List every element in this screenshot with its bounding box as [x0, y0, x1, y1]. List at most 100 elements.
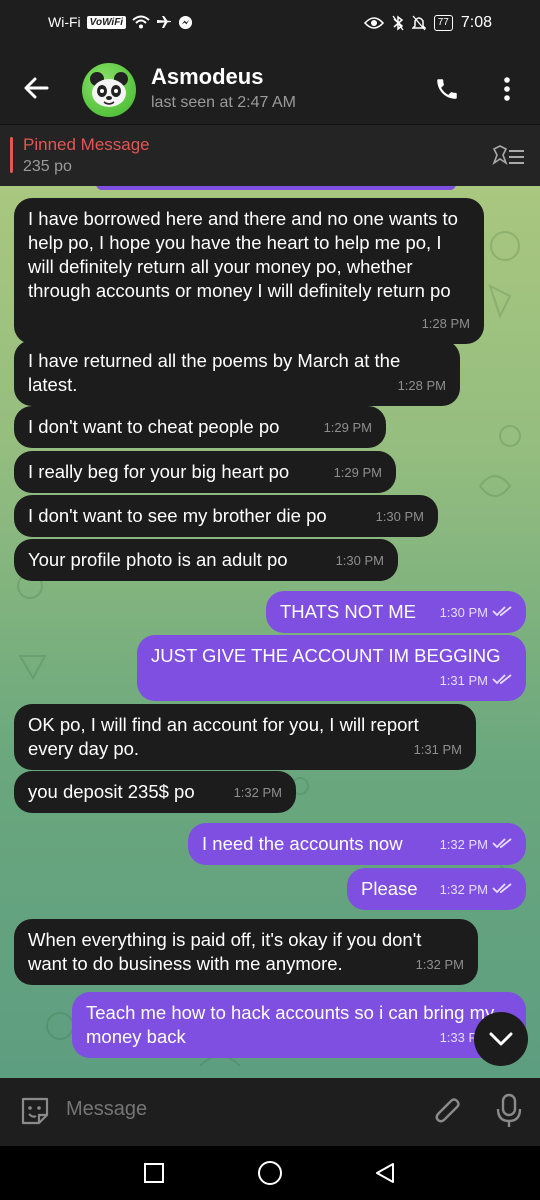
- incoming-message[interactable]: I have returned all the poems by March a…: [14, 340, 460, 406]
- recents-button[interactable]: [139, 1158, 169, 1188]
- pinned-message-bar[interactable]: Pinned Message 235 po: [0, 124, 540, 187]
- message-time: 1:29 PM: [334, 461, 382, 485]
- scroll-to-bottom-button[interactable]: [474, 1012, 528, 1066]
- message-time: 1:30 PM: [440, 601, 512, 625]
- outgoing-message[interactable]: THATS NOT ME 1:30 PM: [266, 591, 526, 633]
- read-double-check-icon: [492, 883, 512, 894]
- pinned-accent-bar: [10, 137, 13, 173]
- call-button[interactable]: [430, 72, 464, 106]
- pinned-text: 235 po: [23, 158, 72, 175]
- message-time: 1:31 PM: [414, 738, 462, 762]
- chat-header: Asmodeus last seen at 2:47 AM: [0, 52, 540, 124]
- pinned-title: Pinned Message: [23, 135, 150, 154]
- chevron-down-icon: [489, 1032, 513, 1046]
- contact-name[interactable]: Asmodeus: [151, 64, 263, 90]
- message-time: 1:30 PM: [376, 505, 424, 529]
- incoming-message[interactable]: When everything is paid off, it's okay i…: [14, 919, 478, 985]
- timestamp: 1:32 PM: [233, 785, 282, 800]
- status-left: Wi-Fi VoWiFi: [48, 14, 193, 30]
- incoming-message[interactable]: I don't want to see my brother die po 1:3…: [14, 495, 438, 537]
- eye-icon: [363, 17, 384, 29]
- timestamp: 1:32 PM: [439, 837, 488, 852]
- messenger-icon: [179, 15, 193, 29]
- message-time: 1:31 PM: [440, 669, 512, 693]
- outgoing-message[interactable]: Please 1:32 PM: [347, 868, 526, 910]
- message-text: Teach me how to hack accounts so i can b…: [86, 1002, 495, 1047]
- unpin-list-icon[interactable]: [490, 143, 526, 169]
- incoming-message[interactable]: I have borrowed here and there and no on…: [14, 198, 484, 344]
- message-text: I have borrowed here and there and no on…: [28, 208, 458, 301]
- nav-circle-icon: [258, 1161, 282, 1185]
- message-text: Your profile photo is an adult po: [28, 549, 288, 570]
- system-nav-bar: [0, 1146, 540, 1200]
- timestamp: 1:32 PM: [415, 957, 464, 972]
- incoming-message[interactable]: OK po, I will find an account for you, I…: [14, 704, 476, 770]
- outgoing-message[interactable]: Teach me how to hack accounts so i can b…: [72, 992, 526, 1058]
- incoming-message[interactable]: Your profile photo is an adult po 1:30 PM: [14, 539, 398, 581]
- emoji-sticker-icon[interactable]: [18, 1094, 52, 1128]
- incoming-message[interactable]: I really beg for your big heart po 1:29 P…: [14, 451, 396, 493]
- nav-square-icon: [144, 1163, 164, 1183]
- message-text: you deposit 235$ po: [28, 781, 195, 802]
- message-text: Please: [361, 878, 418, 899]
- timestamp: 1:30 PM: [439, 605, 488, 620]
- message-text: I don't want to see my brother die po: [28, 505, 327, 526]
- timestamp: 1:29 PM: [333, 465, 382, 480]
- message-time: 1:28 PM: [398, 374, 446, 398]
- message-text: OK po, I will find an account for you, I…: [28, 714, 419, 759]
- message-text: I have returned all the poems by March a…: [28, 350, 401, 395]
- message-text: I don't want to cheat people po: [28, 416, 280, 437]
- timestamp: 1:28 PM: [421, 316, 470, 331]
- message-input[interactable]: [64, 1097, 408, 1122]
- previous-message-edge: [96, 186, 456, 190]
- status-bar: Wi-Fi VoWiFi 77 7:08: [0, 0, 540, 52]
- bluetooth-off-icon: [392, 15, 404, 31]
- message-text: When everything is paid off, it's okay i…: [28, 929, 422, 974]
- compose-bar: [0, 1078, 540, 1146]
- panda-avatar-icon: [90, 72, 128, 107]
- nav-back-icon: [376, 1163, 394, 1183]
- message-text: JUST GIVE THE ACCOUNT IM BEGGING: [151, 645, 501, 666]
- carrier-label: Wi-Fi: [48, 14, 81, 30]
- attach-icon[interactable]: [432, 1094, 464, 1128]
- incoming-message[interactable]: I don't want to cheat people po 1:29 PM: [14, 406, 386, 448]
- more-vert-icon: [504, 77, 510, 101]
- incoming-message[interactable]: you deposit 235$ po 1:32 PM: [14, 771, 296, 813]
- timestamp: 1:31 PM: [413, 742, 462, 757]
- read-double-check-icon: [492, 606, 512, 617]
- message-time: 1:32 PM: [440, 833, 512, 857]
- back-arrow-icon: [24, 77, 49, 99]
- chat-area[interactable]: I have borrowed here and there and no on…: [0, 186, 540, 1078]
- avatar[interactable]: [82, 63, 136, 117]
- airplane-icon: [157, 16, 172, 28]
- timestamp: 1:28 PM: [397, 378, 446, 393]
- read-double-check-icon: [492, 674, 512, 685]
- message-time: 1:32 PM: [234, 781, 282, 805]
- timestamp: 1:29 PM: [323, 420, 372, 435]
- back-button[interactable]: [18, 70, 54, 106]
- phone-icon: [437, 79, 457, 99]
- back-nav-button[interactable]: [370, 1158, 400, 1188]
- battery-level: 77: [433, 15, 453, 31]
- message-text: I really beg for your big heart po: [28, 461, 290, 482]
- more-menu-button[interactable]: [492, 72, 522, 106]
- message-time: 1:28 PM: [422, 312, 470, 336]
- clock: 7:08: [460, 14, 492, 31]
- message-text: I need the accounts now: [202, 833, 403, 854]
- home-button[interactable]: [255, 1158, 285, 1188]
- mute-bell-icon: [411, 15, 426, 31]
- message-time: 1:32 PM: [416, 953, 464, 977]
- message-time: 1:29 PM: [324, 416, 372, 440]
- timestamp: 1:32 PM: [439, 882, 488, 897]
- message-text: THATS NOT ME: [280, 601, 417, 622]
- timestamp: 1:30 PM: [375, 509, 424, 524]
- message-time: 1:30 PM: [336, 549, 384, 573]
- outgoing-message[interactable]: JUST GIVE THE ACCOUNT IM BEGGING 1:31 PM: [137, 635, 526, 701]
- last-seen-status: last seen at 2:47 AM: [151, 94, 296, 111]
- mic-icon[interactable]: [494, 1092, 524, 1130]
- timestamp: 1:31 PM: [439, 673, 488, 688]
- message-time: 1:32 PM: [440, 878, 512, 902]
- wifi-icon: [132, 15, 150, 29]
- outgoing-message[interactable]: I need the accounts now 1:32 PM: [188, 823, 526, 865]
- status-right: 77 7:08: [363, 14, 492, 32]
